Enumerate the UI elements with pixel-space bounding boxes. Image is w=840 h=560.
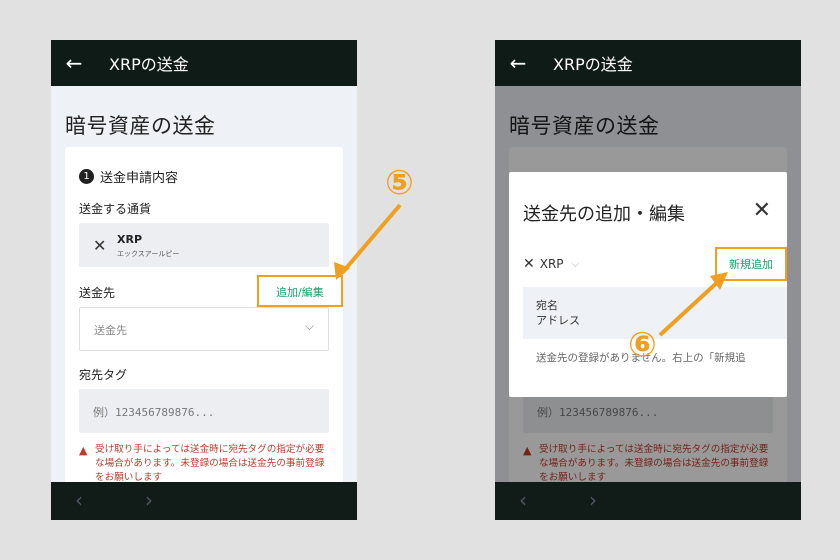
nav-forward-icon[interactable]: › (145, 488, 153, 512)
highlight-box-step6 (715, 247, 787, 281)
app-bar: ← XRPの送金 (495, 40, 801, 86)
send-form-card: 1 送金申請内容 送金する通貨 ✕ XRP エックスアールピー 送金先 追加/編… (65, 147, 343, 487)
currency-code: XRP (539, 257, 564, 271)
chevron-down-icon: ⌵ (304, 319, 314, 333)
app-bar-title: XRPの送金 (109, 55, 189, 74)
tag-label: 宛先タグ (79, 368, 128, 382)
currency-label: 送金する通貨 (79, 202, 152, 216)
currency-name: エックスアールピー (117, 250, 180, 258)
column-name: 宛名 (536, 299, 558, 312)
modal-title: 送金先の追加・編集 (523, 204, 685, 225)
destination-label: 送金先 (79, 286, 116, 300)
back-arrow-icon[interactable]: ← (495, 40, 541, 86)
app-bar: ← XRPの送金 (51, 40, 357, 86)
currency-display: ✕ XRP エックスアールピー (79, 223, 329, 267)
column-address: アドレス (536, 314, 580, 327)
currency-code: XRP (117, 233, 143, 246)
warning-text: 受け取り手によっては送金時に宛先タグの指定が必要な場合があります。未登録の場合は… (95, 444, 325, 483)
browser-nav-bar: ‹ › (51, 482, 357, 520)
nav-back-icon[interactable]: ‹ (519, 488, 527, 512)
chevron-down-icon: ⌵ (571, 258, 580, 270)
warning-triangle-icon: ▲ (79, 444, 88, 457)
step6-marker: ⑥ (628, 325, 657, 365)
step5-marker: ⑤ (385, 163, 414, 203)
currency-selector[interactable]: ✕ XRP ⌵ (523, 256, 579, 272)
nav-forward-icon[interactable]: › (589, 488, 597, 512)
highlight-box-step5 (257, 275, 343, 307)
nav-back-icon[interactable]: ‹ (75, 488, 83, 512)
step-header: 1 送金申請内容 (79, 167, 178, 186)
destination-placeholder: 送金先 (94, 324, 127, 337)
tag-warning: ▲ 受け取り手によっては送金時に宛先タグの指定が必要な場合があります。未登録の場… (79, 443, 333, 485)
app-bar-title: XRPの送金 (553, 55, 633, 74)
close-icon[interactable]: ✕ (753, 198, 771, 223)
xrp-logo-icon: ✕ (93, 236, 107, 255)
tag-placeholder: 例）123456789876... (93, 406, 215, 419)
page-title: 暗号資産の送金 (65, 114, 216, 138)
destination-tag-input[interactable]: 例）123456789876... (79, 389, 329, 433)
back-arrow-icon[interactable]: ← (51, 40, 97, 86)
destination-select[interactable]: 送金先 ⌵ (79, 307, 329, 351)
xrp-logo-icon: ✕ (523, 256, 535, 272)
browser-nav-bar: ‹ › (495, 482, 801, 520)
step-title: 送金申請内容 (100, 171, 179, 186)
step-number-badge: 1 (79, 169, 94, 184)
